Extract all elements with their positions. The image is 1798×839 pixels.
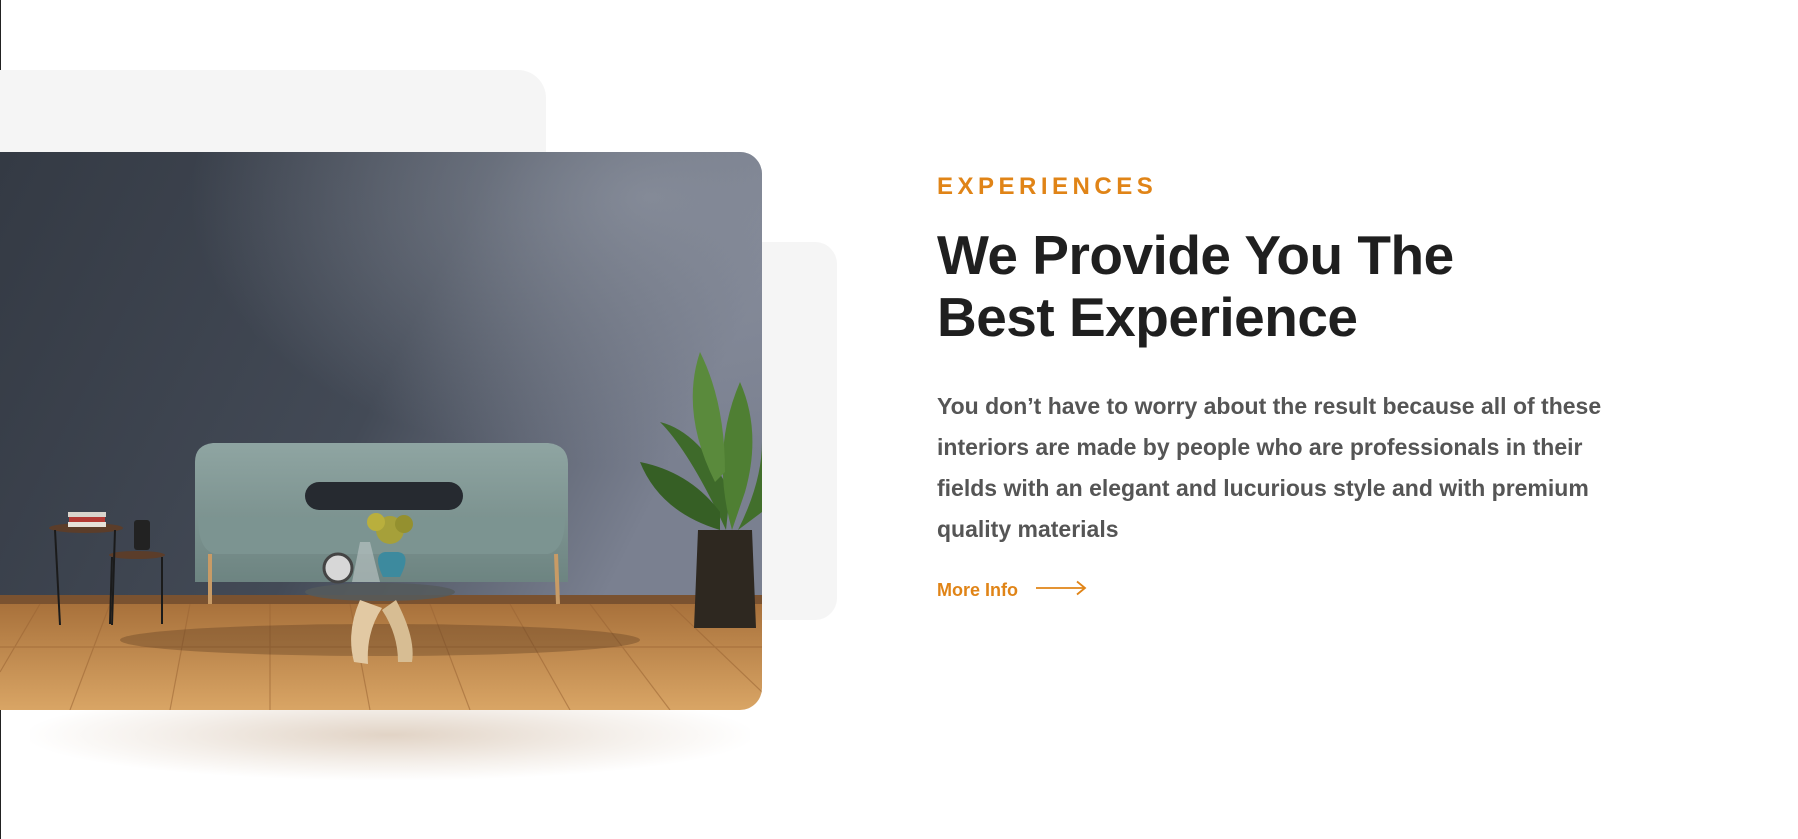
more-info-link[interactable]: More Info: [937, 580, 1088, 601]
experience-section: EXPERIENCES We Provide You The Best Expe…: [937, 170, 1657, 601]
section-description: You don’t have to worry about the result…: [937, 393, 1602, 542]
heading-line-1: We Provide You The: [937, 224, 1454, 286]
section-eyebrow: EXPERIENCES: [937, 173, 1158, 200]
more-info-label: More Info: [937, 580, 1018, 600]
section-heading: We Provide You The Best Experience: [937, 224, 1657, 348]
living-room-image: [0, 152, 762, 710]
arrow-right-icon: [1036, 580, 1088, 601]
heading-line-2: Best Experience: [937, 286, 1358, 348]
